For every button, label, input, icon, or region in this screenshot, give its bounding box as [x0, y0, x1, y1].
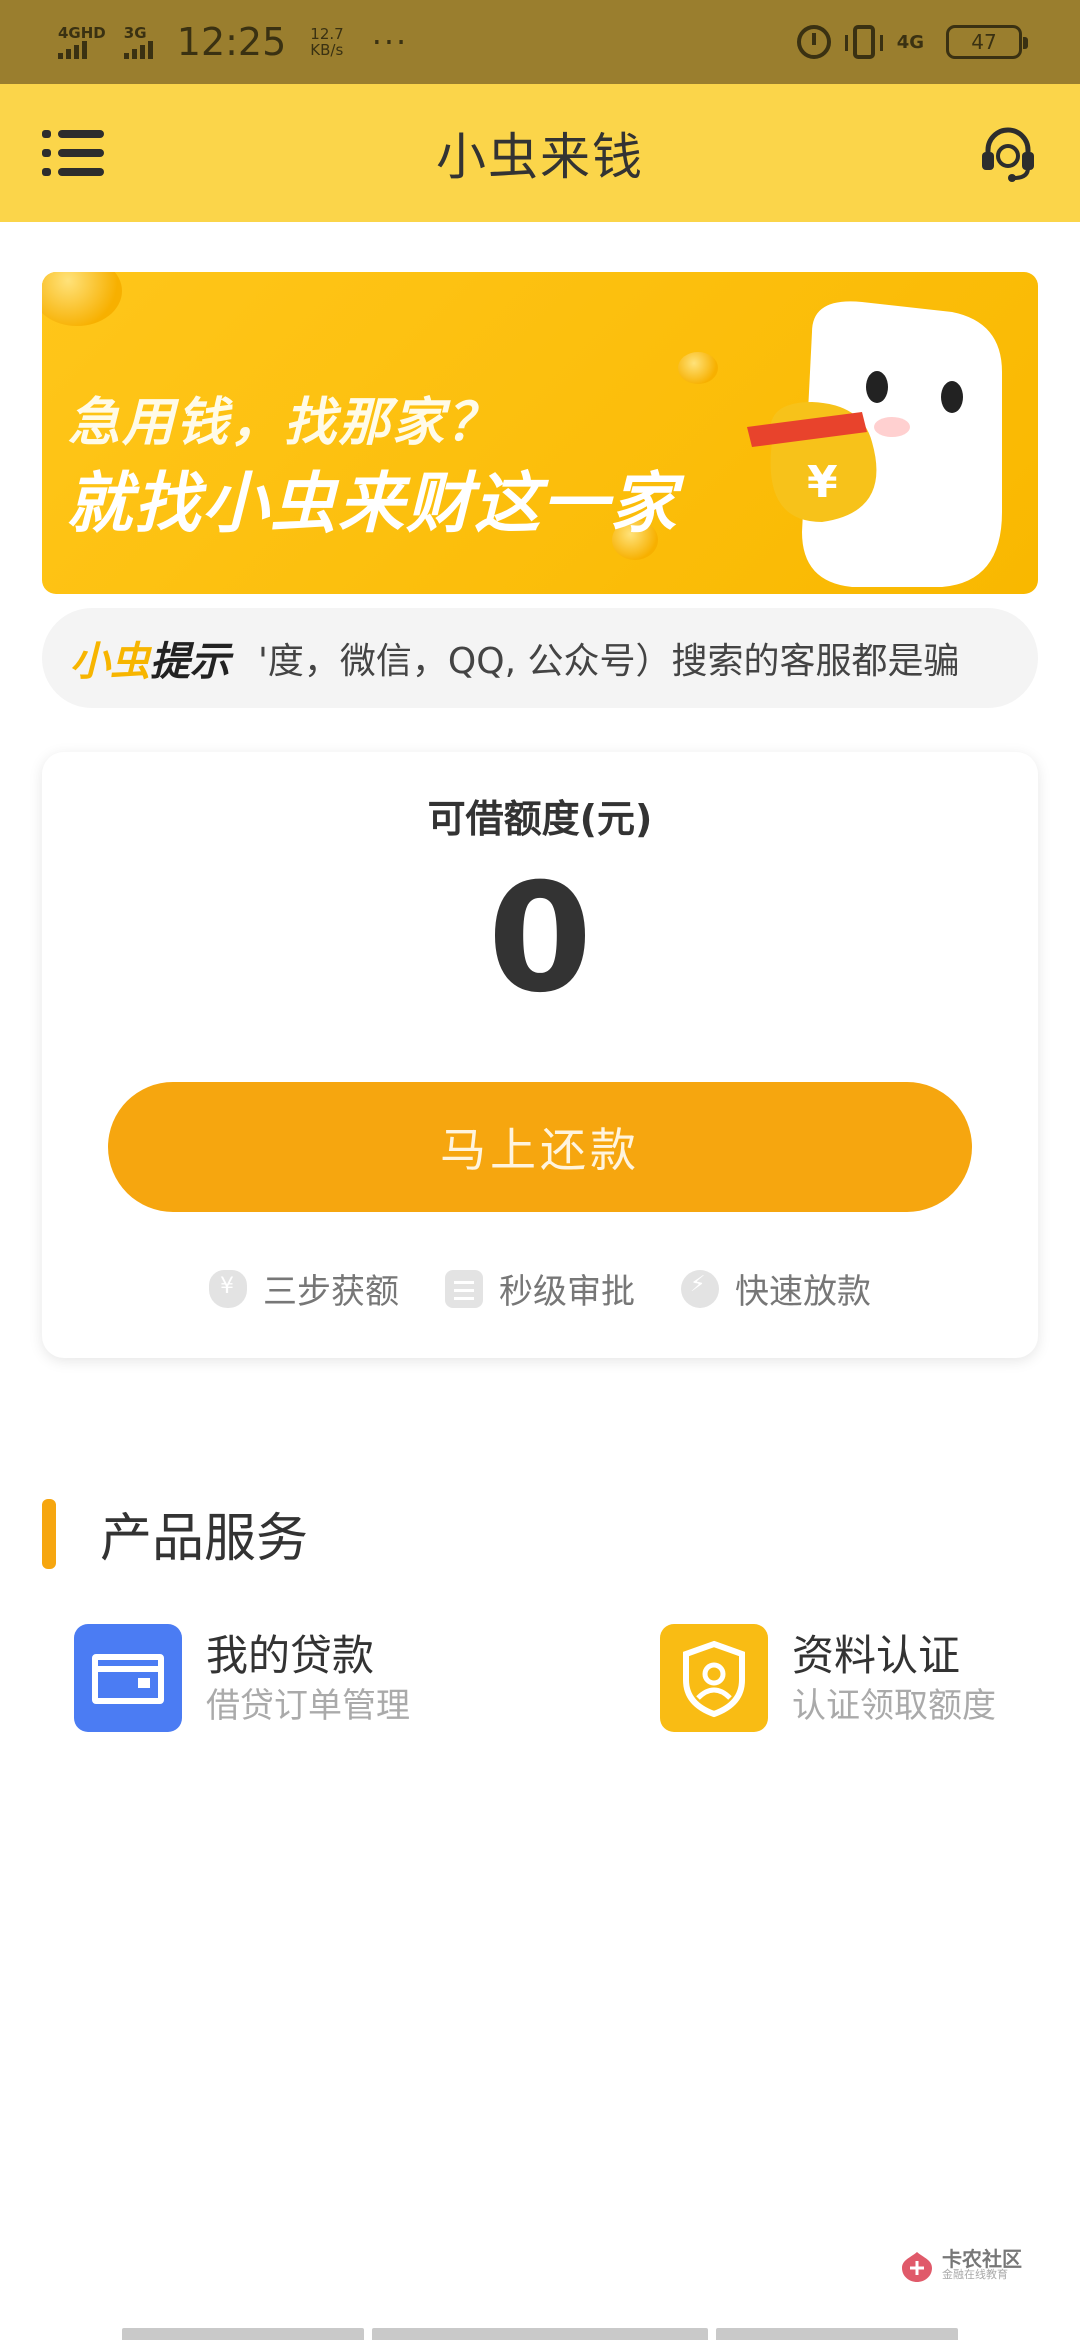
speed-unit: KB/s — [310, 41, 344, 59]
banner-slogan: 就找小虫来财这一家 — [66, 465, 678, 542]
signal-bars-icon — [58, 41, 87, 59]
nav-handle[interactable] — [122, 2328, 364, 2340]
coin-decoration — [42, 272, 122, 326]
network-type: 4G — [896, 31, 924, 53]
section-header: 产品服务 — [42, 1496, 308, 1571]
svg-text:¥: ¥ — [807, 457, 838, 508]
section-accent-bar — [42, 1498, 56, 1569]
feature-item: 三步获额 — [209, 1264, 399, 1313]
banner-headline: 急用钱，找那家？ — [68, 393, 501, 453]
vibrate-icon — [844, 25, 883, 59]
repay-now-button[interactable]: 马上还款 — [108, 1082, 972, 1212]
sim1-label: 4GHD — [58, 24, 106, 42]
watermark: 卡农社区 金融在线教育 — [900, 2247, 1022, 2284]
nav-handle[interactable] — [372, 2328, 708, 2340]
service-subtitle: 认证领取额度 — [792, 1686, 996, 1726]
page-title: 小虫来钱 — [436, 128, 644, 186]
credit-limit-amount: 0 — [487, 852, 593, 1026]
battery-level: 47 — [971, 30, 997, 54]
status-left: 4GHD 3G 12:25 12.7 KB/s ··· — [58, 20, 408, 64]
feature-item: 快速放款 — [681, 1264, 871, 1313]
card-icon — [74, 1624, 182, 1732]
status-time: 12:25 — [176, 20, 287, 64]
sim2-signal: 3G — [123, 24, 153, 59]
watermark-tagline: 金融在线教育 — [942, 2268, 1008, 2281]
service-text: 我的贷款 借贷订单管理 — [206, 1628, 410, 1728]
watermark-name: 卡农社区 — [942, 2247, 1022, 2271]
menu-icon[interactable] — [42, 130, 104, 176]
shield-user-icon — [660, 1624, 768, 1732]
notice-message: '度，微信，QQ, 公众号）搜索的客服都是骗 — [258, 641, 960, 682]
credit-limit-label: 可借额度(元) — [427, 797, 653, 841]
watermark-text: 卡农社区 金融在线教育 — [942, 2247, 1022, 2283]
alarm-icon — [796, 25, 831, 59]
signal-bars-icon — [123, 41, 153, 59]
speed-value: 12.7 — [310, 25, 344, 43]
feature-item: 秒级审批 — [445, 1264, 635, 1313]
feature-label: 秒级审批 — [499, 1272, 635, 1312]
section-title: 产品服务 — [100, 1509, 309, 1569]
app-header: 小虫来钱 — [0, 84, 1080, 222]
verification-entry[interactable]: 资料认证 认证领取额度 — [660, 1624, 996, 1732]
service-text: 资料认证 认证领取额度 — [792, 1628, 996, 1728]
money-bag-icon — [209, 1269, 247, 1308]
feature-list: 三步获额 秒级审批 快速放款 — [42, 1264, 1038, 1313]
service-title: 我的贷款 — [206, 1631, 375, 1680]
sim1-signal: 4GHD — [58, 25, 106, 59]
service-title: 资料认证 — [792, 1631, 961, 1680]
feature-label: 三步获额 — [263, 1272, 399, 1312]
notice-tag: 小虫提示 — [70, 629, 230, 687]
notice-tag-brand: 小虫 — [70, 639, 150, 685]
promo-banner[interactable]: 急用钱，找那家？ 就找小虫来财这一家 ¥ — [42, 272, 1038, 594]
notice-tag-label: 提示 — [150, 639, 230, 685]
lightning-icon — [681, 1269, 719, 1308]
my-loans-entry[interactable]: 我的贷款 借贷订单管理 — [74, 1624, 410, 1732]
status-right: 4G 47 — [796, 25, 1028, 59]
credit-card: 可借额度(元) 0 马上还款 三步获额 秒级审批 快速放款 — [42, 752, 1038, 1358]
battery-icon: 47 — [946, 25, 1028, 59]
mascot-illustration: ¥ — [747, 301, 1002, 587]
notice-bar[interactable]: 小虫提示 '度，微信，QQ, 公众号）搜索的客服都是骗 — [42, 608, 1038, 708]
customer-service-icon[interactable] — [976, 122, 1040, 186]
more-notifications-icon: ··· — [371, 23, 409, 61]
watermark-logo-icon — [902, 2252, 932, 2282]
service-subtitle: 借贷订单管理 — [206, 1686, 410, 1726]
network-speed: 12.7 KB/s — [310, 26, 343, 58]
document-icon — [445, 1269, 483, 1308]
sim2-label: 3G — [123, 24, 147, 42]
nav-handle[interactable] — [716, 2328, 958, 2340]
feature-label: 快速放款 — [735, 1272, 871, 1312]
status-bar: 4GHD 3G 12:25 12.7 KB/s ··· 4G 47 — [0, 0, 1080, 84]
